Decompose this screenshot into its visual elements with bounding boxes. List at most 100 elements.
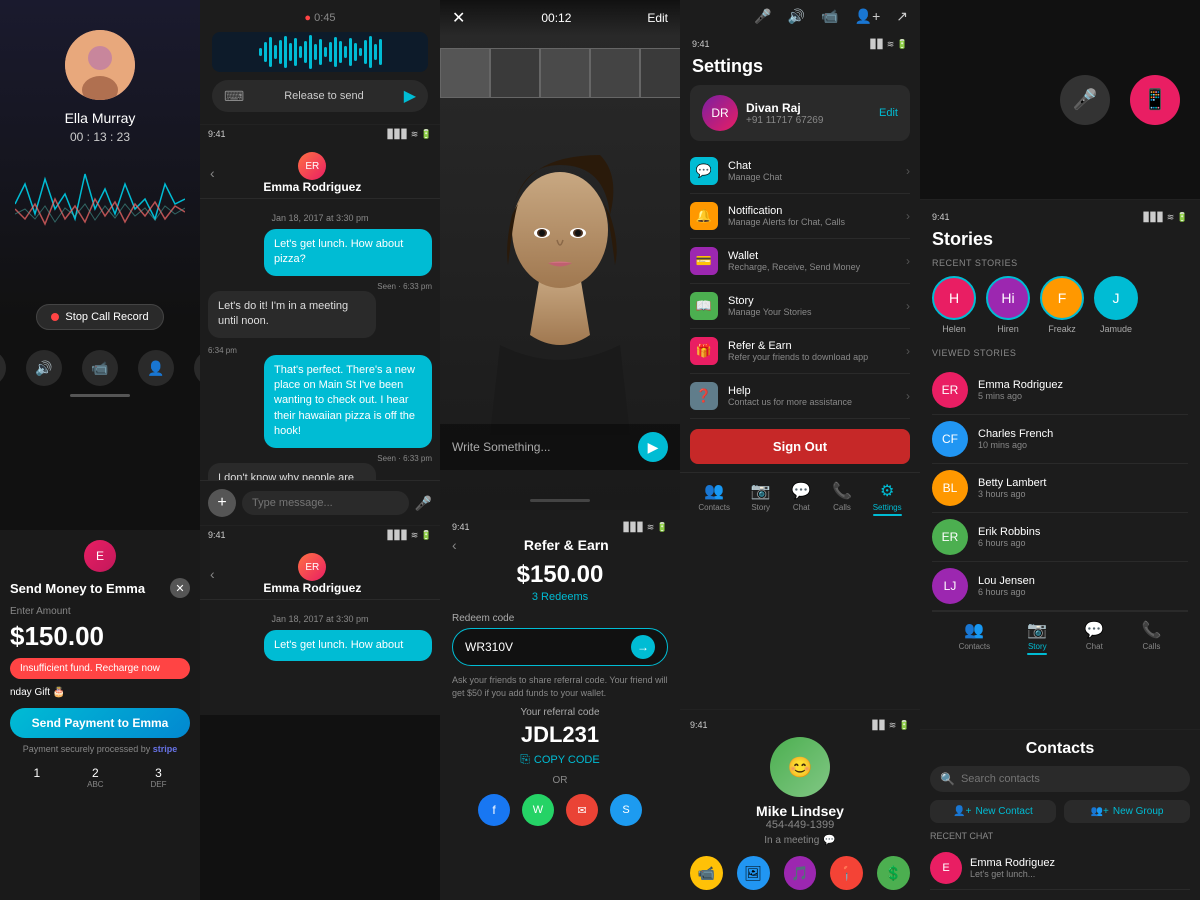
viewed-story-emma[interactable]: ER Emma Rodriguez 5 mins ago: [932, 366, 1188, 415]
viewed-story-lou[interactable]: LJ Lou Jensen 6 hours ago: [932, 562, 1188, 611]
stories-nav-story-active[interactable]: 📷 Story: [1027, 620, 1047, 655]
settings-profile-card[interactable]: DR Divan Raj +91 11717 67269 Edit: [690, 85, 910, 141]
message-input[interactable]: [242, 491, 409, 515]
help-settings-icon: ❓: [690, 382, 718, 410]
share-email-button[interactable]: ✉: [566, 794, 598, 826]
msg-seen-2: Seen · 6:33 pm: [208, 454, 432, 463]
incoming-caller-name: Mike Lindsey: [756, 803, 844, 819]
settings-status-bar: 9:41 ▊▊ ≋ 🔋: [680, 33, 920, 52]
stories-nav-chat[interactable]: 💬 Chat: [1084, 620, 1104, 655]
nav-chat[interactable]: 💬 Chat: [791, 481, 811, 516]
new-group-button[interactable]: 👥+ New Group: [1064, 800, 1190, 823]
betty-story-avatar: BL: [932, 470, 968, 506]
fab-end-call-button[interactable]: 📱: [1130, 75, 1180, 125]
send-voice-arrow[interactable]: ▶: [404, 86, 416, 106]
settings-menu: 💬 Chat Manage Chat › 🔔 Notification Mana…: [680, 149, 920, 419]
video-call-option[interactable]: 📹: [690, 856, 723, 890]
viewed-story-erik[interactable]: ER Erik Robbins 6 hours ago: [932, 513, 1188, 562]
nav-contacts[interactable]: 👥 Contacts: [698, 481, 730, 516]
chat-back-arrow[interactable]: ‹: [210, 165, 215, 181]
more-button[interactable]: 📱: [194, 350, 200, 386]
send-payment-button[interactable]: Send Payment to Emma: [10, 708, 190, 738]
settings-item-story[interactable]: 📖 Story Manage Your Stories ›: [690, 284, 910, 329]
location-option[interactable]: 📍: [830, 856, 863, 890]
share-twitter-button[interactable]: S: [610, 794, 642, 826]
sign-out-button[interactable]: Sign Out: [690, 429, 910, 464]
stories-nav-contacts[interactable]: 👥 Contacts: [959, 620, 991, 655]
mute-button[interactable]: 🎤: [0, 350, 6, 386]
settings-item-chat[interactable]: 💬 Chat Manage Chat ›: [690, 149, 910, 194]
key-1[interactable]: 1: [29, 762, 44, 793]
key-2[interactable]: 2ABC: [83, 762, 107, 793]
fab-mute-button[interactable]: 🎤: [1060, 75, 1110, 125]
story-jamude[interactable]: J Jamude: [1094, 276, 1138, 334]
insufficient-fund-button[interactable]: Insufficient fund. Recharge now: [10, 658, 190, 679]
attach-button[interactable]: +: [208, 489, 236, 517]
photo-send-button[interactable]: ▶: [638, 432, 668, 462]
chat-screen-2: 9:41 ▊▊▊ ≋ 🔋 ‹ ER Emma Rodriguez Jan 18,…: [200, 525, 440, 715]
story-circles-row: H Helen Hi Hiren F Freakz J Jamude: [932, 276, 1188, 334]
profile-edit-button[interactable]: Edit: [879, 107, 898, 119]
settings-item-refer[interactable]: 🎁 Refer & Earn Refer your friends to dow…: [690, 329, 910, 374]
chat-screen-1: 9:41 ▊▊▊ ≋ 🔋 ‹ ER Emma Rodriguez Jan 18,…: [200, 125, 440, 525]
chat-back-arrow-2[interactable]: ‹: [210, 566, 215, 582]
col5-top-fabs: 🎤 📱: [920, 0, 1200, 200]
share-whatsapp-button[interactable]: W: [522, 794, 554, 826]
speaker-button[interactable]: 🔊: [26, 350, 62, 386]
write-placeholder[interactable]: Write Something...: [452, 440, 550, 454]
video-button[interactable]: 📹: [82, 350, 118, 386]
audio-option[interactable]: 🎵: [784, 856, 817, 890]
charles-story-avatar: CF: [932, 421, 968, 457]
copy-code-button[interactable]: COPY CODE: [534, 754, 600, 766]
settings-item-wallet[interactable]: 💳 Wallet Recharge, Receive, Send Money ›: [690, 239, 910, 284]
keyboard-icon[interactable]: ⌨: [224, 88, 244, 105]
story-freakz[interactable]: F Freakz: [1040, 276, 1084, 334]
erik-story-avatar: ER: [932, 519, 968, 555]
story-hiren[interactable]: Hi Hiren: [986, 276, 1030, 334]
search-contacts-bar[interactable]: 🔍: [930, 766, 1190, 792]
photo-edit-button[interactable]: Edit: [647, 11, 668, 25]
contacts-search-input[interactable]: [961, 773, 1180, 785]
copy-icon: ⎘: [520, 752, 530, 767]
chat-messages-1[interactable]: Jan 18, 2017 at 3:30 pm Let's get lunch.…: [200, 199, 440, 480]
settings-item-notification[interactable]: 🔔 Notification Manage Alerts for Chat, C…: [690, 194, 910, 239]
video-icon[interactable]: 📹: [821, 8, 838, 25]
chat-settings-arrow: ›: [906, 164, 910, 178]
speaker-icon[interactable]: 🔊: [788, 8, 805, 25]
payment-option[interactable]: 💲: [877, 856, 910, 890]
redeem-submit-button[interactable]: →: [631, 635, 655, 659]
call-time-display: 9:41: [690, 720, 708, 731]
key-3[interactable]: 3DEF: [147, 762, 171, 793]
outgoing-message-2: That's perfect. There's a new place on M…: [264, 355, 432, 448]
share-icon[interactable]: ↗: [896, 8, 908, 25]
nav-calls[interactable]: 📞 Calls: [832, 481, 852, 516]
viewed-story-charles[interactable]: CF Charles French 10 mins ago: [932, 415, 1188, 464]
stop-record-button[interactable]: Stop Call Record: [36, 304, 163, 330]
stories-nav-calls[interactable]: 📞 Calls: [1141, 620, 1161, 655]
nav-story[interactable]: 📷 Story: [751, 481, 771, 516]
story-helen[interactable]: H Helen: [932, 276, 976, 334]
col1-call-payment: Ella Murray 00 : 13 : 23 Stop Call Recor…: [0, 0, 200, 900]
settings-item-help[interactable]: ❓ Help Contact us for more assistance ›: [690, 374, 910, 419]
add-person-icon[interactable]: 👤+: [855, 8, 881, 25]
profile-name: Divan Raj: [746, 101, 823, 115]
refer-back-button[interactable]: ‹: [452, 537, 457, 553]
viewed-story-betty[interactable]: BL Betty Lambert 3 hours ago: [932, 464, 1188, 513]
photo-close-button[interactable]: ✕: [452, 8, 465, 28]
contacts-search-icon: 🔍: [940, 772, 955, 786]
help-settings-arrow: ›: [906, 389, 910, 403]
mute-icon[interactable]: 🎤: [754, 8, 771, 25]
new-contact-button[interactable]: 👤+ New Contact: [930, 800, 1056, 823]
profile-info: DR Divan Raj +91 11717 67269: [702, 95, 823, 131]
chat-messages-2[interactable]: Jan 18, 2017 at 3:30 pm Let's get lunch.…: [200, 600, 440, 715]
mic-button[interactable]: 🎤: [415, 495, 432, 512]
nav-settings-active[interactable]: ⚙ Settings: [873, 481, 902, 516]
message-row-4: I don't know why people are so anti pine…: [208, 463, 432, 480]
image-option[interactable]: 🖼: [737, 856, 770, 890]
caller-name: Ella Murray: [65, 110, 136, 126]
add-user-button[interactable]: 👤: [138, 350, 174, 386]
share-facebook-button[interactable]: f: [478, 794, 510, 826]
recent-chat-item-1[interactable]: E Emma Rodriguez Let's get lunch...: [930, 847, 1190, 890]
payment-close-button[interactable]: ✕: [170, 578, 190, 598]
redeem-code-value[interactable]: WR310V: [465, 640, 631, 654]
